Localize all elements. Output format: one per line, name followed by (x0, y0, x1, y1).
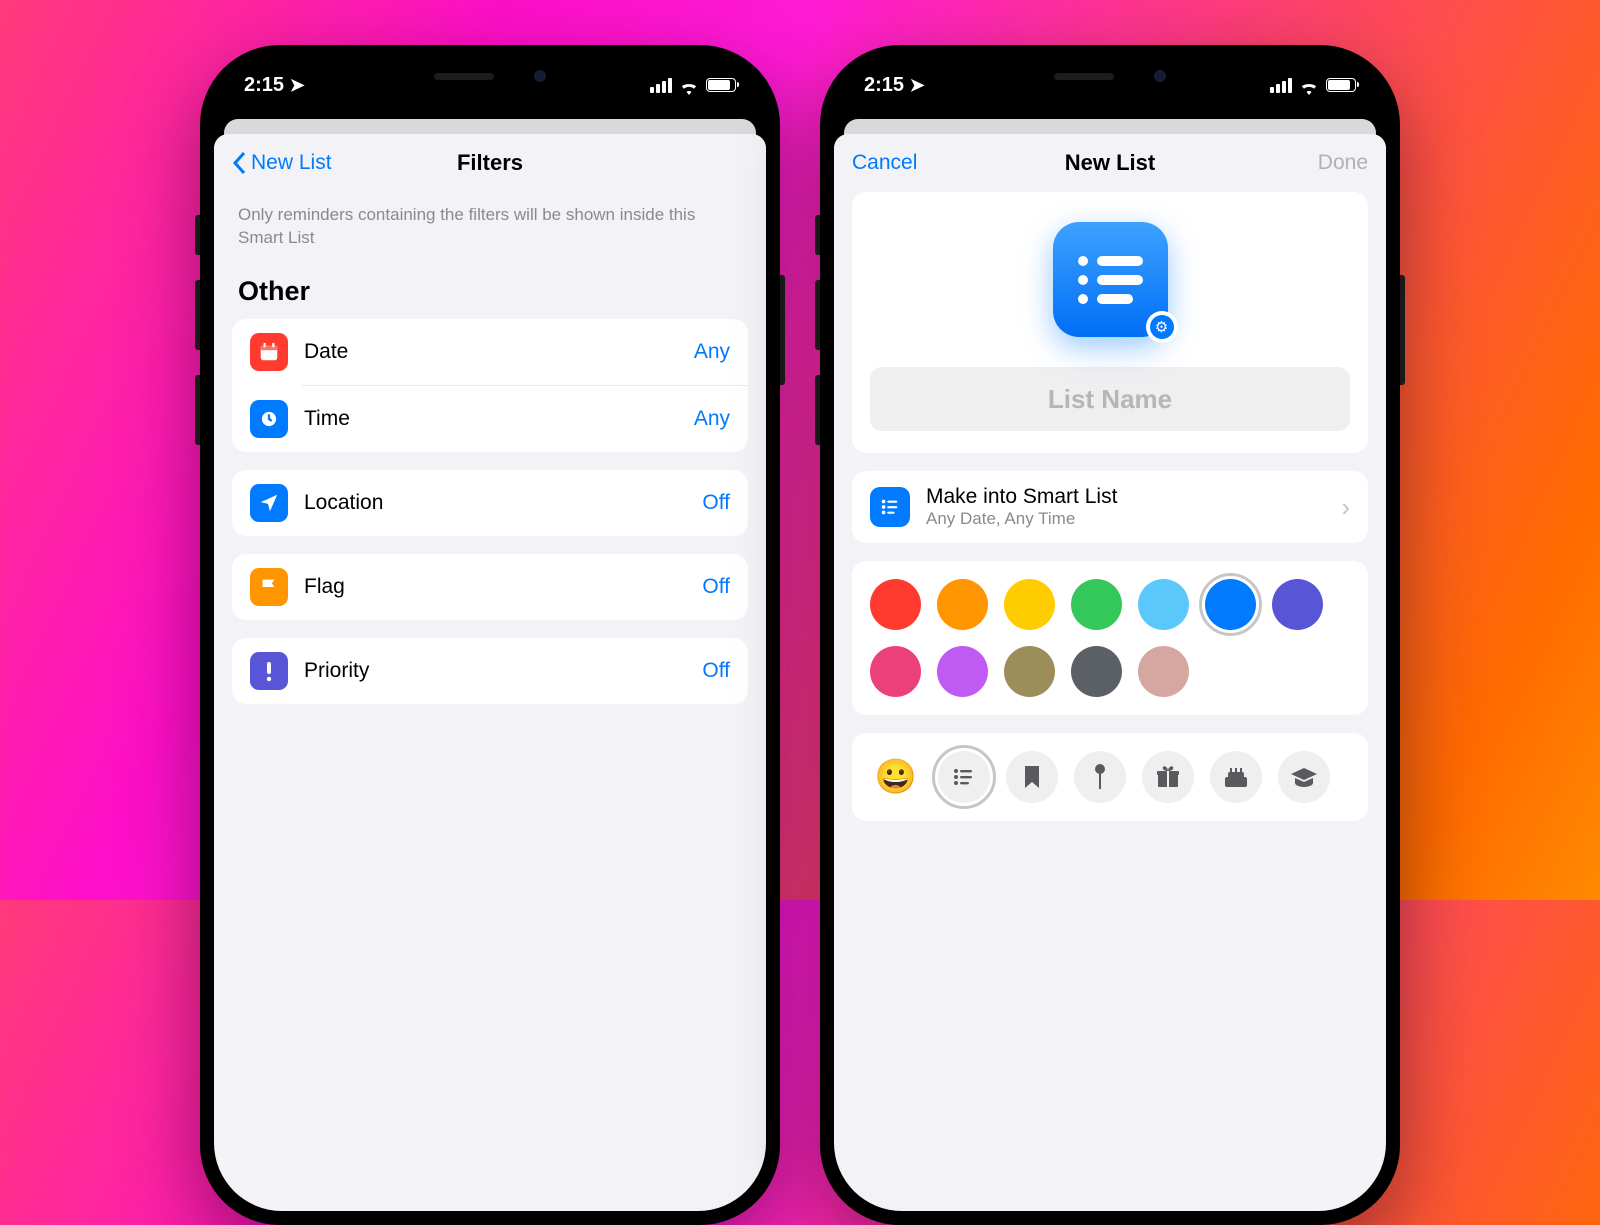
color-swatch[interactable] (1138, 579, 1189, 630)
color-swatch[interactable] (1004, 579, 1055, 630)
filters-sheet: New List Filters Only reminders containi… (214, 134, 766, 1211)
filter-value: Off (702, 491, 730, 515)
new-list-sheet: Cancel New List Done ⚙ (834, 134, 1386, 1211)
back-button-label: New List (251, 151, 332, 175)
section-header-other: Other (232, 268, 748, 319)
filter-label: Priority (304, 659, 702, 683)
done-button[interactable]: Done (1318, 151, 1368, 175)
filter-row-priority[interactable]: Priority Off (232, 638, 748, 704)
filter-label: Date (304, 340, 694, 364)
filter-row-flag[interactable]: Flag Off (232, 554, 748, 620)
color-swatch[interactable] (870, 646, 921, 697)
color-picker (852, 561, 1368, 715)
location-icon (250, 484, 288, 522)
wifi-icon (679, 78, 699, 93)
calendar-icon (250, 333, 288, 371)
phone-right: 2:15 ➤ Cancel New List Done (820, 45, 1400, 1225)
battery-icon (706, 78, 736, 92)
clock-icon (250, 400, 288, 438)
graduation-icon[interactable] (1278, 751, 1330, 803)
color-swatch[interactable] (1071, 646, 1122, 697)
color-swatch[interactable] (937, 646, 988, 697)
pin-icon[interactable] (1074, 751, 1126, 803)
filter-value: Any (694, 340, 730, 364)
cellular-signal-icon (650, 78, 672, 93)
filter-row-location[interactable]: Location Off (232, 470, 748, 536)
filter-label: Flag (304, 575, 702, 599)
nav-bar: New List Filters (214, 134, 766, 192)
cellular-signal-icon (1270, 78, 1292, 93)
icon-picker: 😀 (852, 733, 1368, 821)
filter-value: Off (702, 575, 730, 599)
smart-list-row[interactable]: Make into Smart List Any Date, Any Time … (852, 471, 1368, 543)
filter-group-location: Location Off (232, 470, 748, 536)
bookmark-icon[interactable] (1006, 751, 1058, 803)
wifi-icon (1299, 78, 1319, 93)
filter-row-date[interactable]: Date Any (232, 319, 748, 385)
color-swatch[interactable] (1205, 579, 1256, 630)
battery-icon (1326, 78, 1356, 92)
color-swatch[interactable] (937, 579, 988, 630)
status-time: 2:15 (244, 74, 284, 96)
gift-icon[interactable] (1142, 751, 1194, 803)
emoji-icon[interactable]: 😀 (870, 751, 922, 803)
smart-list-title: Make into Smart List (926, 485, 1341, 509)
location-services-icon: ➤ (290, 75, 305, 95)
flag-icon (250, 568, 288, 606)
filters-description: Only reminders containing the filters wi… (232, 192, 748, 268)
phone-left: 2:15 ➤ New List Filters Only reminders c… (200, 45, 780, 1225)
notch (1000, 59, 1220, 93)
color-swatch[interactable] (1272, 579, 1323, 630)
list-hero-icon: ⚙ (1053, 222, 1168, 337)
filter-label: Time (304, 407, 694, 431)
list-name-input[interactable] (870, 367, 1350, 431)
chevron-right-icon: › (1341, 492, 1350, 523)
color-swatch[interactable] (1004, 646, 1055, 697)
gear-icon: ⚙ (1150, 315, 1174, 339)
nav-bar: Cancel New List Done (834, 134, 1386, 192)
list-appearance-card: ⚙ (852, 192, 1368, 453)
chevron-left-icon (232, 151, 246, 175)
notch (380, 59, 600, 93)
smart-list-icon (870, 487, 910, 527)
filter-group-priority: Priority Off (232, 638, 748, 704)
smart-badge: ⚙ (1146, 311, 1178, 343)
priority-icon (250, 652, 288, 690)
cake-icon[interactable] (1210, 751, 1262, 803)
color-swatch[interactable] (870, 579, 921, 630)
filter-group-datetime: Date Any Time Any (232, 319, 748, 452)
color-swatch[interactable] (1071, 579, 1122, 630)
filter-value: Off (702, 659, 730, 683)
color-swatch[interactable] (1138, 646, 1189, 697)
filter-group-flag: Flag Off (232, 554, 748, 620)
list-icon[interactable] (938, 751, 990, 803)
back-button[interactable]: New List (232, 151, 332, 175)
filter-label: Location (304, 491, 702, 515)
smart-list-subtitle: Any Date, Any Time (926, 509, 1341, 529)
status-time: 2:15 (864, 74, 904, 96)
filter-row-time[interactable]: Time Any (232, 386, 748, 452)
cancel-button[interactable]: Cancel (852, 151, 917, 175)
filter-value: Any (694, 407, 730, 431)
location-services-icon: ➤ (910, 75, 925, 95)
